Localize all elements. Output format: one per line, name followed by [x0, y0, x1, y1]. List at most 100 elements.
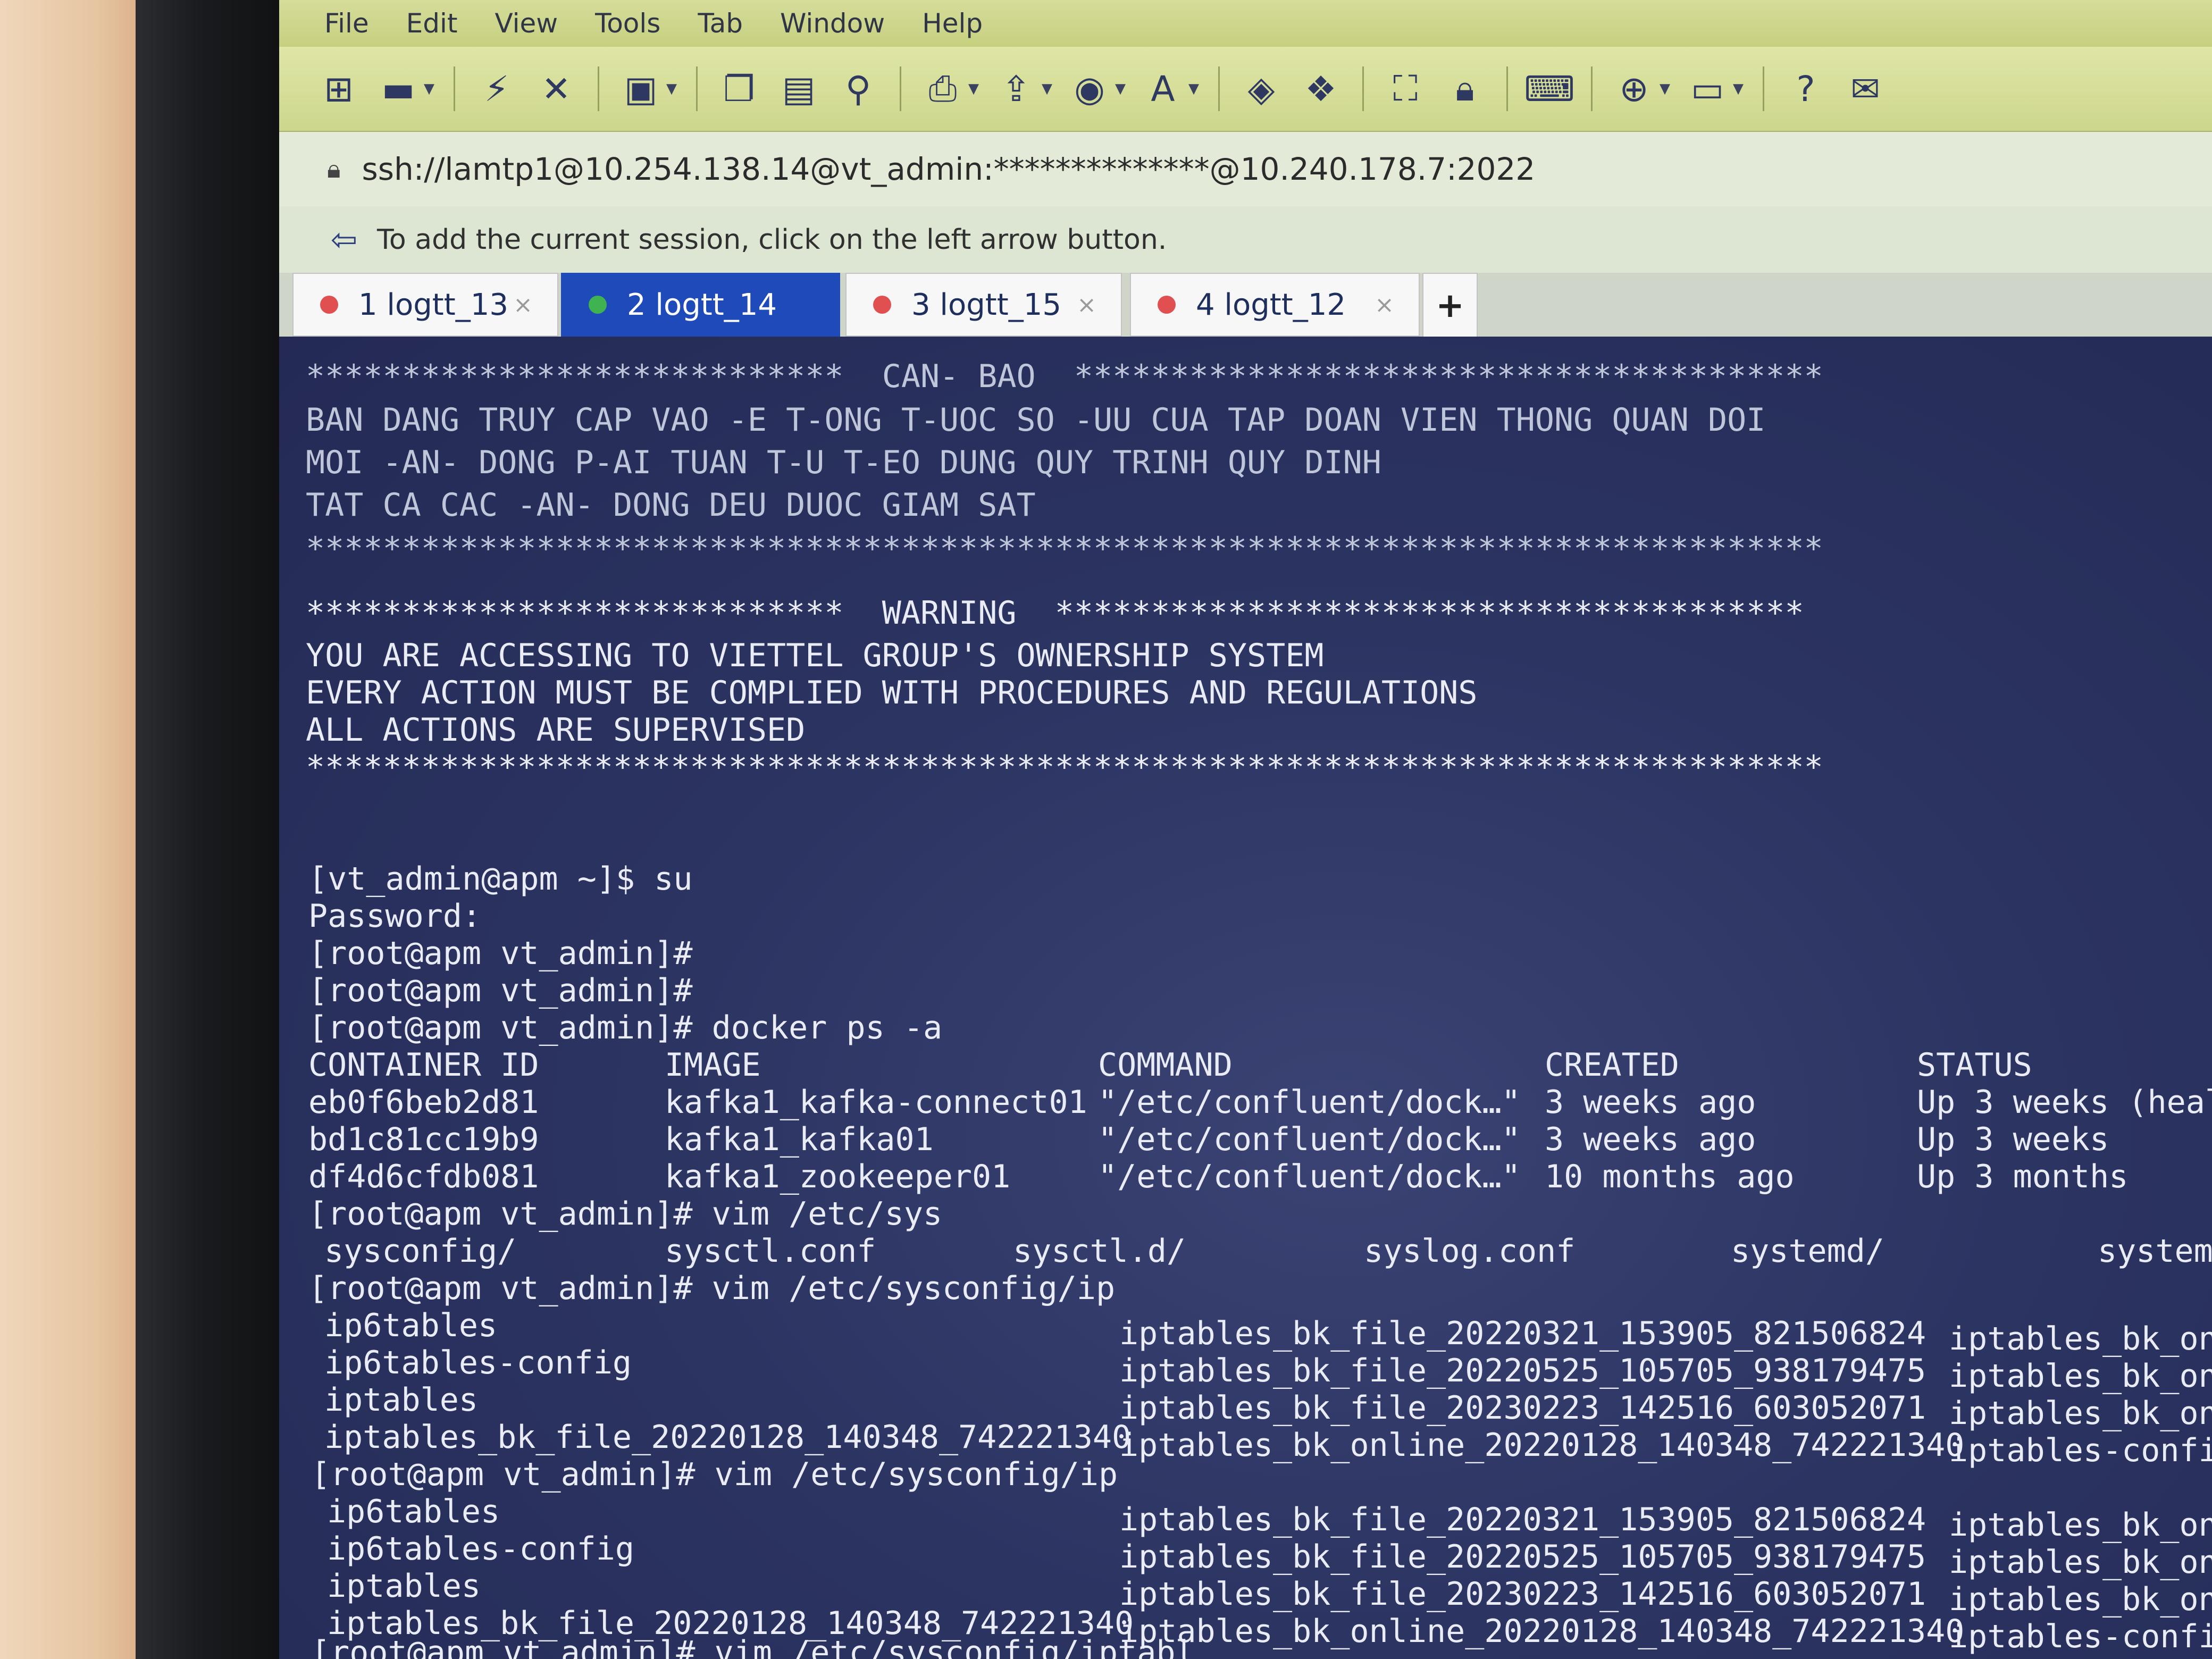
layout-icon[interactable]: ▭ [1685, 66, 1730, 111]
docker-cell: kafka1_zookeeper01 [665, 1158, 1011, 1195]
reconnect-icon[interactable]: ⚡ [474, 66, 519, 111]
chevron-down-icon[interactable]: ▼ [1733, 81, 1744, 97]
banner-vn-line: BAN DANG TRUY CAP VAO -E T-ONG T-UOC SO … [306, 401, 1766, 439]
tab-label: 3 logtt_15 [911, 287, 1061, 322]
completion-item: ip6tables [327, 1493, 500, 1530]
terminal-line: [root@apm vt_admin]# vim /etc/sysconfig/… [308, 1270, 1116, 1307]
tab-label: 2 logtt_14 [627, 287, 777, 322]
completion-item: system [2098, 1233, 2212, 1270]
completion-item: sysctl.conf [665, 1233, 876, 1270]
transfer-icon[interactable]: ⇪ [994, 66, 1038, 111]
close-icon[interactable]: × [1077, 291, 1096, 319]
close-icon[interactable]: × [513, 291, 533, 319]
terminal-line: [root@apm vt_admin]# vim /etc/sysconfig/… [311, 1456, 1118, 1493]
banner-vn-line: MOI -AN- DONG P-AI TUAN T-U T-EO DUNG QU… [306, 444, 1381, 481]
menu-file[interactable]: File [324, 8, 369, 39]
docker-cell: eb0f6beb2d81 [308, 1084, 539, 1121]
banner-vn-footer: ****************************************… [306, 530, 1823, 567]
completion-item: ip6tables-config [324, 1344, 632, 1381]
xftp-icon[interactable]: ❖ [1298, 66, 1343, 111]
script-icon[interactable]: ◈ [1239, 66, 1284, 111]
find-icon[interactable]: ⚲ [836, 66, 881, 111]
menu-tab[interactable]: Tab [698, 8, 743, 39]
tab-label: 4 logtt_12 [1196, 287, 1346, 322]
fullscreen-icon[interactable]: ⛶ [1383, 66, 1428, 111]
menu-edit[interactable]: Edit [406, 8, 458, 39]
session-address[interactable]: ssh://lamtp1@10.254.138.14@vt_admin:****… [362, 151, 1536, 187]
completion-item: iptables_bk_file_20230223_142516_6030520… [1119, 1576, 1926, 1613]
copy-icon[interactable]: ❐ [717, 66, 761, 111]
banner-vn-line: TAT CA CAC -AN- DONG DEU DUOC GIAM SAT [306, 487, 1036, 524]
font-icon[interactable]: A [1141, 66, 1185, 111]
docker-cell: Up 3 weeks (heal [1917, 1084, 2212, 1121]
chevron-down-icon[interactable]: ▼ [1115, 81, 1126, 97]
chat-icon[interactable]: ✉ [1843, 66, 1888, 111]
docker-cell: bd1c81cc19b9 [308, 1121, 539, 1158]
docker-cell: kafka1_kafka-connect01 [665, 1084, 1087, 1121]
toolbar-divider [598, 66, 599, 111]
toolbar-divider [1362, 66, 1364, 111]
chevron-down-icon[interactable]: ▼ [424, 81, 434, 97]
session-status-icon [1158, 296, 1176, 314]
docker-cell: "/etc/confluent/dock…" [1098, 1121, 1521, 1158]
lock-icon[interactable]: 🔒︎ [1443, 66, 1487, 111]
open-folder-icon[interactable]: ▬ [376, 66, 421, 111]
completion-item: iptables-confi [1949, 1618, 2212, 1655]
docker-cell: 10 months ago [1545, 1158, 1795, 1195]
menu-tools[interactable]: Tools [595, 8, 660, 39]
toolbar-divider [1591, 66, 1593, 111]
docker-cell: Up 3 weeks [1917, 1121, 2109, 1158]
completion-item: iptables_bk_onl [1949, 1320, 2212, 1358]
session-hint-bar: ⇦ To add the current session, click on t… [279, 206, 2212, 273]
paste-icon[interactable]: ▤ [776, 66, 821, 111]
properties-icon[interactable]: ▣ [618, 66, 663, 111]
banner-vn-header: **************************** CAN- BAO **… [306, 358, 1823, 395]
completion-item: ip6tables [324, 1307, 498, 1344]
help-icon[interactable]: ? [1783, 66, 1828, 111]
completion-item: iptables_bk_onl [1949, 1358, 2212, 1395]
toolbar-divider [696, 66, 698, 111]
tab-logtt-15[interactable]: 3 logtt_15 × [845, 273, 1122, 337]
add-tab-button[interactable]: + [1422, 273, 1478, 339]
disconnect-icon[interactable]: ✕ [534, 66, 579, 111]
terminal-line: [vt_admin@apm ~]$ su [308, 860, 693, 898]
menu-window[interactable]: Window [780, 8, 885, 39]
completion-item: iptables_bk_onl [1949, 1506, 2212, 1544]
completion-item: sysconfig/ [324, 1233, 517, 1270]
keyboard-icon[interactable]: ⌨ [1524, 66, 1574, 111]
toolbar-divider [1763, 66, 1764, 111]
globe-icon[interactable]: ◉ [1067, 66, 1112, 111]
docker-cell: "/etc/confluent/dock…" [1098, 1158, 1521, 1195]
chevron-down-icon[interactable]: ▼ [1042, 81, 1052, 97]
tab-logtt-13[interactable]: 1 logtt_13 × [292, 273, 558, 337]
add-session-arrow-icon[interactable]: ⇦ [327, 221, 361, 258]
address-bar[interactable]: 🔒︎ ssh://lamtp1@10.254.138.14@vt_admin:*… [279, 132, 2212, 206]
toolbar-divider [454, 66, 455, 111]
close-icon[interactable]: × [1375, 291, 1394, 319]
terminal-line: [root@apm vt_admin]# vim /etc/sysconfig/… [311, 1634, 1195, 1659]
session-status-icon [589, 296, 607, 314]
menu-help[interactable]: Help [922, 8, 983, 39]
chevron-down-icon[interactable]: ▼ [1660, 81, 1670, 97]
banner-en-line: EVERY ACTION MUST BE COMPLIED WITH PROCE… [306, 674, 1478, 711]
docker-cell: 3 weeks ago [1545, 1084, 1756, 1121]
menu-view[interactable]: View [495, 8, 558, 39]
chevron-down-icon[interactable]: ▼ [666, 81, 677, 97]
docker-header: STATUS [1917, 1046, 2032, 1084]
chevron-down-icon[interactable]: ▼ [968, 81, 979, 97]
new-tab-icon[interactable]: ⊕ [1612, 66, 1656, 111]
docker-header: CONTAINER ID [308, 1046, 539, 1084]
completion-item: iptables_bk_file_20220128_140348_7422213… [324, 1419, 1132, 1456]
session-status-icon [873, 296, 891, 314]
print-icon[interactable]: ⎙ [920, 66, 965, 111]
completion-item: syslog.conf [1364, 1233, 1576, 1270]
terminal-output[interactable]: **************************** CAN- BAO **… [279, 337, 2212, 1659]
completion-item: ip6tables-config [327, 1530, 634, 1568]
terminal-line: [root@apm vt_admin]# docker ps -a [308, 1009, 943, 1046]
tab-logtt-12[interactable]: 4 logtt_12 × [1130, 273, 1420, 337]
chevron-down-icon[interactable]: ▼ [1188, 81, 1199, 97]
completion-item: iptables_bk_online_20220128_140348_74222… [1119, 1427, 1965, 1464]
new-session-icon[interactable]: ⊞ [316, 66, 361, 111]
tab-logtt-14[interactable]: 2 logtt_14 [561, 273, 840, 337]
completion-item: iptables_bk_onl [1949, 1581, 2212, 1618]
